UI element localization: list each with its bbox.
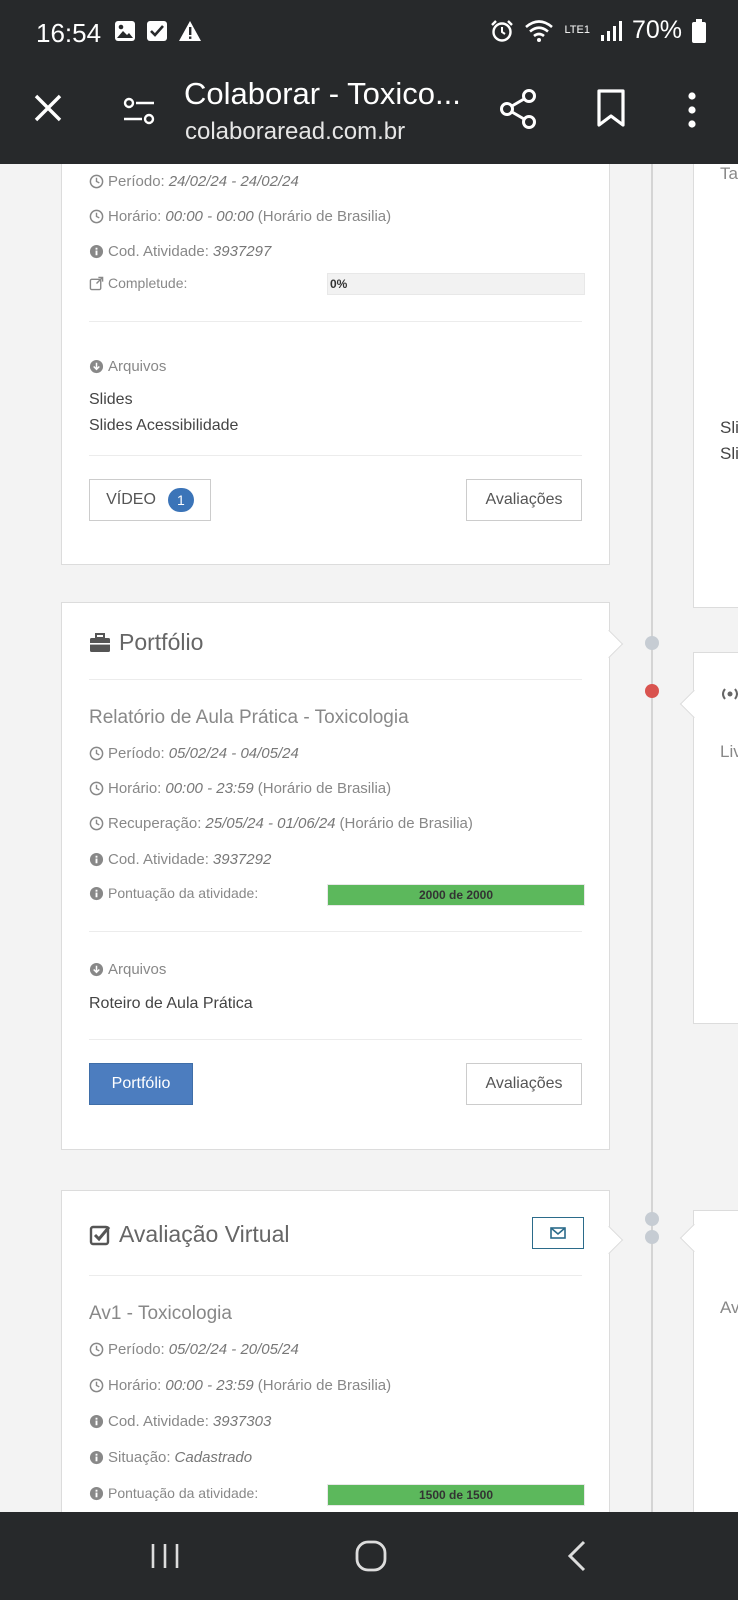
- activity-code-row: Cod. Atividade: 3937292: [89, 851, 271, 868]
- share-icon[interactable]: [498, 88, 538, 130]
- battery-percent: 70%: [631, 16, 682, 44]
- close-icon[interactable]: [30, 90, 66, 126]
- page-url[interactable]: colaboraread.com.br: [185, 118, 405, 146]
- file-link[interactable]: Slides Acessibilidade: [89, 417, 238, 435]
- warning-icon: [179, 21, 201, 41]
- battery-icon: [692, 18, 706, 43]
- score-row: Pontuação da atividade:: [89, 885, 258, 901]
- clock-icon: [89, 1378, 104, 1393]
- files-header: Arquivos: [89, 358, 166, 375]
- checkbox-icon: [147, 21, 167, 41]
- clock-icon: [89, 781, 104, 796]
- score-bar: 2000 de 2000: [327, 884, 585, 906]
- time-row: Horário: 00:00 - 23:59 (Horário de Brasili…: [89, 780, 391, 797]
- video-button[interactable]: VÍDEO 1: [89, 479, 211, 521]
- right-card-1-file-2: Sli: [720, 444, 738, 463]
- completeness-bar: 0%: [327, 273, 585, 295]
- file-link[interactable]: Roteiro de Aula Prática: [89, 995, 253, 1013]
- file-link[interactable]: Slides: [89, 391, 133, 409]
- page-title: Colaborar - Toxico...: [184, 76, 461, 111]
- period-row: Período: 05/02/24 - 04/05/24: [89, 745, 299, 762]
- timeline-dot: [645, 1230, 659, 1244]
- message-button[interactable]: [532, 1217, 584, 1249]
- check-square-icon: [89, 1225, 111, 1245]
- clock-icon: [89, 1342, 104, 1357]
- score-row: Pontuação da atividade:: [89, 1485, 258, 1501]
- timeline-dot: [645, 1212, 659, 1226]
- home-icon[interactable]: [355, 1540, 387, 1572]
- activity-title: Av1 - Toxicologia: [89, 1303, 232, 1324]
- external-link-icon: [89, 276, 104, 290]
- clock-icon: [89, 816, 104, 831]
- info-icon: [89, 244, 104, 259]
- activity-card-video: Período: 24/02/24 - 24/02/24 Horário: 00:0…: [61, 164, 610, 565]
- envelope-icon: [550, 1227, 566, 1239]
- evaluations-button[interactable]: Avaliações: [466, 1063, 582, 1105]
- recovery-row: Recuperação: 25/05/24 - 01/06/24 (Horário …: [89, 815, 473, 832]
- files-header: Arquivos: [89, 961, 166, 978]
- right-card-3: [693, 1210, 738, 1512]
- more-options-icon[interactable]: [682, 90, 702, 130]
- period-row: Período: 05/02/24 - 20/05/24: [89, 1341, 299, 1358]
- right-card-1-file-1: Sli: [720, 418, 738, 437]
- divider: [89, 679, 582, 680]
- info-icon: [89, 1450, 104, 1465]
- page-content: Ta Sli Sli Liv Av Período: 24/02/24 - 24/…: [0, 164, 738, 1512]
- status-time: 16:54: [36, 18, 102, 48]
- live-broadcast-icon: [722, 688, 738, 700]
- info-icon: [89, 886, 104, 900]
- timeline-line: [651, 164, 653, 1512]
- back-icon[interactable]: [566, 1540, 588, 1572]
- timeline-dot: [645, 636, 659, 650]
- evaluations-button[interactable]: Avaliações: [466, 479, 582, 521]
- score-bar: 1500 de 1500: [327, 1484, 585, 1506]
- activity-code-row: Cod. Atividade: 3937303: [89, 1413, 271, 1430]
- portfolio-button[interactable]: Portfólio: [89, 1063, 193, 1105]
- info-icon: [89, 852, 104, 867]
- activity-card-portfolio: Portfólio Relatório de Aula Prática - To…: [61, 602, 610, 1150]
- image-icon: [115, 21, 135, 41]
- time-row: Horário: 00:00 - 23:59 (Horário de Brasili…: [89, 1377, 391, 1394]
- divider: [89, 455, 582, 456]
- activity-code-row: Cod. Atividade: 3937297: [89, 243, 271, 260]
- recent-apps-icon[interactable]: [150, 1542, 180, 1570]
- activity-card-virtual-evaluation: Avaliação Virtual Av1 - Toxicologia Perí…: [61, 1190, 610, 1512]
- alarm-icon: [491, 19, 514, 42]
- info-icon: [89, 1414, 104, 1429]
- divider: [89, 931, 582, 932]
- system-navigation-bar: [0, 1512, 738, 1600]
- right-card-1: [693, 164, 738, 608]
- download-icon: [89, 962, 104, 977]
- status-row: Situação: Cadastrado: [89, 1449, 252, 1466]
- wifi-icon: [525, 19, 554, 42]
- virtual-evaluation-section-title: Avaliação Virtual: [89, 1221, 289, 1248]
- bookmark-icon[interactable]: [594, 88, 628, 128]
- info-icon: [89, 1486, 104, 1500]
- right-card-3-title: Av: [720, 1298, 738, 1317]
- site-settings-icon[interactable]: [122, 94, 156, 128]
- completeness-row: Completude:: [89, 275, 187, 291]
- network-label: LTE1: [564, 24, 590, 36]
- clock-icon: [89, 174, 104, 189]
- divider: [89, 321, 582, 322]
- clock-icon: [89, 746, 104, 761]
- status-bar: 16:54 LTE1 70%: [0, 0, 738, 68]
- time-row: Horário: 00:00 - 00:00 (Horário de Brasili…: [89, 208, 391, 225]
- notification-icons: [114, 20, 202, 42]
- browser-toolbar: Colaborar - Toxico... colaboraread.com.b…: [0, 68, 738, 164]
- activity-title: Relatório de Aula Prática - Toxicologia: [89, 707, 409, 728]
- divider: [89, 1275, 582, 1276]
- right-card-1-title: Ta: [720, 164, 738, 183]
- briefcase-icon: [90, 632, 110, 652]
- signal-icon: [600, 20, 622, 41]
- download-icon: [89, 359, 104, 374]
- timeline-dot-active: [645, 684, 659, 698]
- divider: [89, 1039, 582, 1040]
- portfolio-section-title: Portfólio: [89, 629, 203, 656]
- period-row: Período: 24/02/24 - 24/02/24: [89, 173, 299, 190]
- video-count-badge: 1: [167, 488, 194, 512]
- right-card-2-title: Liv: [720, 742, 738, 761]
- clock-icon: [89, 209, 104, 224]
